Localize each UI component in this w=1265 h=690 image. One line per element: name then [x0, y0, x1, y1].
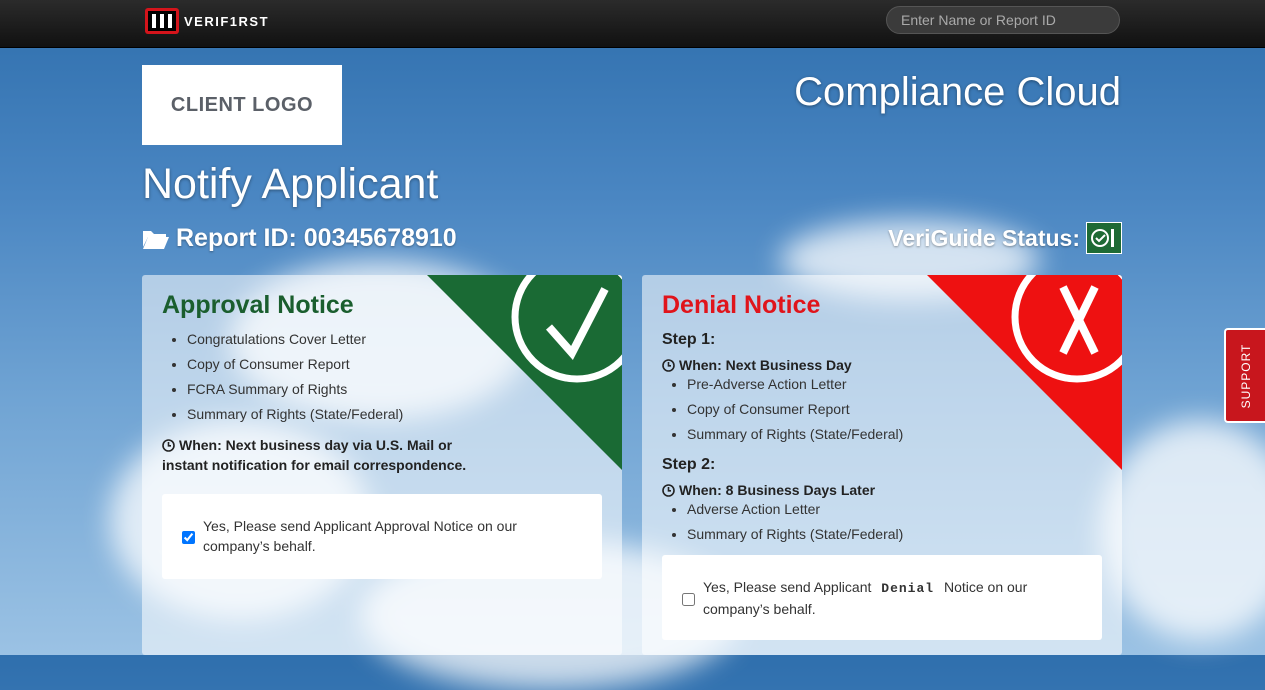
denial-checkbox[interactable]: [682, 580, 695, 619]
page-title: Notify Applicant: [142, 160, 439, 208]
veriguide-status: VeriGuide Status:: [888, 222, 1122, 254]
support-tab[interactable]: SUPPORT: [1224, 328, 1265, 423]
brand-logo[interactable]: VERIF1RST: [145, 8, 269, 34]
step2-label: Step 2:: [662, 456, 716, 473]
list-item: Adverse Action Letter: [687, 497, 903, 522]
list-item: Pre-Adverse Action Letter: [687, 372, 903, 397]
approval-panel: Approval Notice Congratulations Cover Le…: [142, 275, 622, 655]
list-item: Copy of Consumer Report: [187, 352, 403, 377]
top-navbar: VERIF1RST: [0, 0, 1265, 48]
clock-icon: [662, 483, 675, 497]
clock-icon: [662, 358, 675, 372]
list-item: Copy of Consumer Report: [687, 397, 903, 422]
step1-when: When: Next Business Day: [662, 357, 852, 373]
search-input[interactable]: [886, 6, 1120, 34]
clock-icon: [162, 438, 175, 452]
step1-label: Step 1:: [662, 331, 716, 348]
verifirst-logo-icon: [145, 8, 179, 34]
report-id-text: Report ID: 00345678910: [176, 224, 457, 252]
step2-when: When: 8 Business Days Later: [662, 482, 875, 498]
approval-option-box: Yes, Please send Applicant Approval Noti…: [162, 494, 602, 579]
list-item: Summary of Rights (State/Federal): [187, 402, 403, 427]
status-approved-icon[interactable]: [1086, 222, 1122, 254]
folder-open-icon: [143, 230, 169, 249]
brand-name: VERIF1RST: [184, 13, 270, 29]
approval-option[interactable]: Yes, Please send Applicant Approval Noti…: [182, 516, 562, 556]
approval-checkbox[interactable]: [182, 519, 195, 556]
list-item: FCRA Summary of Rights: [187, 377, 403, 402]
list-item: Congratulations Cover Letter: [187, 327, 403, 352]
approval-items: Congratulations Cover Letter Copy of Con…: [142, 327, 403, 427]
support-label: SUPPORT: [1238, 343, 1253, 408]
app-title: Compliance Cloud: [794, 70, 1121, 114]
list-item: Summary of Rights (State/Federal): [687, 422, 903, 447]
list-item: Summary of Rights (State/Federal): [687, 522, 903, 547]
approval-when: When: Next business day via U.S. Mail or…: [162, 437, 467, 473]
denial-panel: Denial Notice Step 1: When: Next Busines…: [642, 275, 1122, 655]
approval-title: Approval Notice: [162, 291, 354, 319]
denial-option[interactable]: Yes, Please send Applicant Denial Notice…: [682, 577, 1062, 619]
step2-items: Adverse Action Letter Summary of Rights …: [642, 497, 903, 547]
veriguide-status-label: VeriGuide Status:: [888, 224, 1080, 251]
step1-items: Pre-Adverse Action Letter Copy of Consum…: [642, 372, 903, 447]
report-id: Report ID: 00345678910: [142, 224, 457, 253]
denial-x-icon: [927, 275, 1122, 470]
denial-option-box: Yes, Please send Applicant Denial Notice…: [662, 555, 1102, 640]
denial-title: Denial Notice: [662, 291, 821, 319]
client-logo: CLIENT LOGO: [142, 65, 342, 145]
